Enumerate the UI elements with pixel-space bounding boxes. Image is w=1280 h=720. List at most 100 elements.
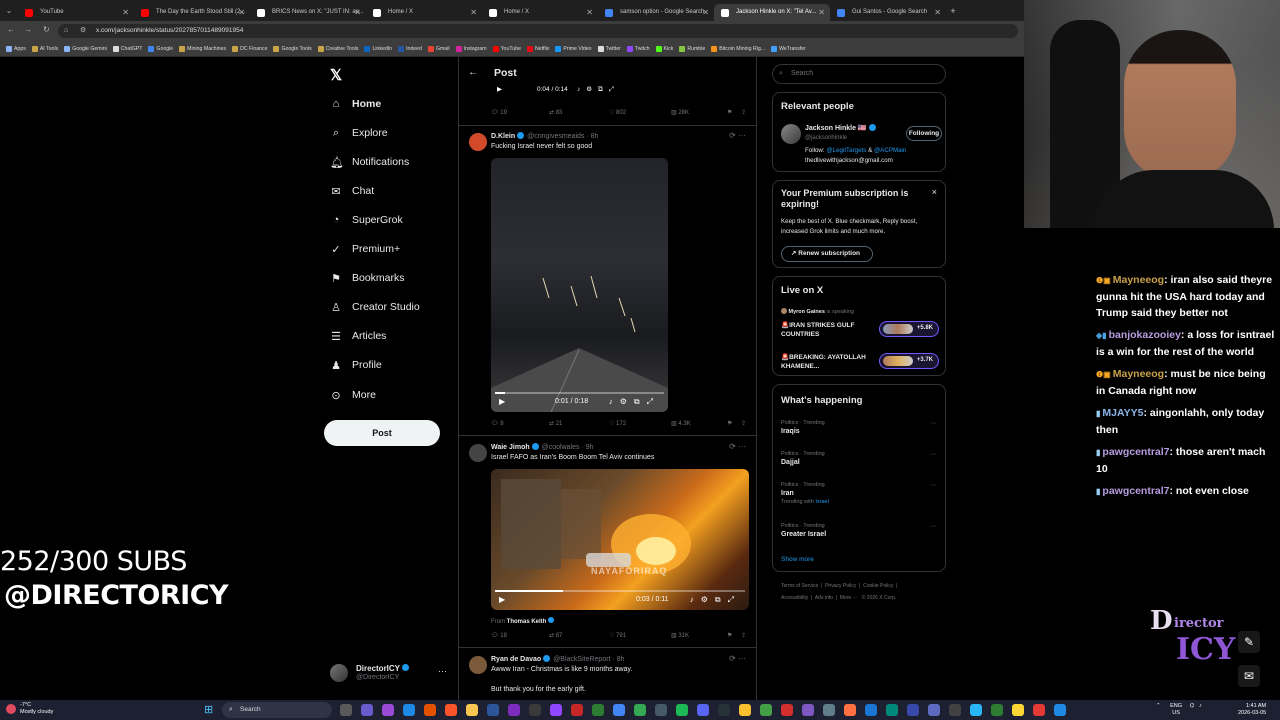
taskbar-app-icon[interactable] [970, 704, 982, 716]
close-tab-icon[interactable]: ✕ [470, 4, 477, 21]
live-listeners-badge[interactable]: +3.7K [879, 353, 939, 369]
taskbar-app-icon[interactable] [592, 704, 604, 716]
reload-icon[interactable]: ↻ [43, 25, 50, 34]
like-button[interactable]: ♡ 802 [609, 109, 626, 116]
discord-icon[interactable] [697, 704, 709, 716]
video-options-icons[interactable]: ♪⚙⧉⤢ [690, 595, 741, 605]
footer-link[interactable]: Privacy Policy [825, 583, 856, 589]
bookmark-item[interactable]: Twitch [626, 45, 650, 52]
taskbar-app-icon[interactable] [655, 704, 667, 716]
close-tab-icon[interactable]: ✕ [238, 4, 245, 21]
taskbar-app-icon[interactable] [886, 704, 898, 716]
live-host[interactable]: Myron Gaines is speaking [781, 308, 854, 315]
like-button[interactable]: ♡ 172 [609, 420, 626, 427]
taskbar-app-icon[interactable] [739, 704, 751, 716]
share-icon[interactable]: ⇪ [741, 109, 746, 116]
trend-item[interactable]: Politics · Trending Dajjal ··· [781, 451, 941, 466]
person-name[interactable]: Jackson Hinkle 🇺🇸 [805, 124, 876, 132]
nav-chat[interactable]: ✉ Chat [330, 181, 374, 201]
browser-tab[interactable]: YouTube ✕ [18, 4, 134, 21]
bookmark-item[interactable]: Instagram [455, 45, 487, 52]
video-progress[interactable] [495, 590, 745, 592]
footer-link[interactable]: More ··· [840, 595, 858, 601]
reply-button[interactable]: 💬︎ 18 [491, 632, 507, 639]
task-view-icon[interactable] [340, 704, 352, 716]
compose-icon[interactable]: ✎ [1238, 631, 1260, 653]
views-button[interactable]: ▥ 4.3K [671, 420, 691, 427]
reply-button[interactable]: 💬︎ 8 [491, 420, 504, 427]
taskbar-app-icon[interactable] [991, 704, 1003, 716]
trend-item[interactable]: Politics · Trending Iran Trending with I… [781, 482, 941, 505]
mail-icon[interactable]: ✉ [1238, 665, 1260, 687]
bookmark-item[interactable]: DC Finance [232, 45, 267, 52]
bookmark-icon[interactable]: ⚑ [727, 632, 732, 639]
live-listeners-badge[interactable]: +5.8K [879, 321, 939, 337]
x-app-icon[interactable] [949, 704, 961, 716]
bookmark-item[interactable]: WeTransfer [771, 45, 806, 52]
close-icon[interactable]: × [932, 187, 937, 197]
browser-tab[interactable]: Gui Santos - Google Search ✕ [830, 4, 946, 21]
trend-item[interactable]: Politics · Trending Iraqis ··· [781, 420, 941, 435]
taskbar-app-icon[interactable] [508, 704, 520, 716]
taskbar-app-icon[interactable] [907, 704, 919, 716]
live-item-title[interactable]: 🚨BREAKING: AYATOLLAH KHAMENE... [781, 353, 873, 371]
taskbar-app-icon[interactable] [1054, 704, 1066, 716]
play-icon[interactable]: ▶ [499, 397, 505, 406]
bookmark-item[interactable]: Bitcoin Mining Rig... [711, 45, 765, 52]
new-tab-icon[interactable]: + [946, 6, 960, 16]
more-icon[interactable]: ··· [930, 451, 937, 458]
bookmark-item[interactable]: AI Tools [31, 45, 58, 52]
avatar[interactable] [469, 444, 487, 462]
close-tab-icon[interactable]: ✕ [818, 4, 825, 21]
share-icon[interactable]: ⇪ [741, 632, 746, 639]
bookmark-item[interactable]: Kick [655, 45, 673, 52]
steam-icon[interactable] [865, 704, 877, 716]
browser-tab[interactable]: The Day the Earth Stood Still (2... ✕ [134, 4, 250, 21]
bookmark-icon[interactable]: ⚑ [727, 109, 732, 116]
show-more-link[interactable]: Show more [781, 556, 814, 563]
repost-button[interactable]: ⇄ 87 [549, 632, 562, 639]
browser-tab[interactable]: Home / X ✕ [482, 4, 598, 21]
close-tab-icon[interactable]: ✕ [934, 4, 941, 21]
trend-item[interactable]: Politics · Trending Greater Israel ··· [781, 523, 941, 538]
taskbar-app-icon[interactable] [1033, 704, 1045, 716]
taskbar-app-icon[interactable] [361, 704, 373, 716]
bookmark-item[interactable]: YouTube [492, 45, 521, 52]
home-icon[interactable]: ⌂ [64, 24, 68, 38]
footer-link[interactable]: Cookie Policy [863, 583, 893, 589]
source-name[interactable]: Thomas Keith [507, 619, 547, 625]
trend-context-link[interactable]: Israel [815, 499, 828, 505]
tweet-video[interactable]: ▶ 0:01 / 0:18 ♪⚙⧉⤢ [491, 158, 668, 412]
avatar[interactable] [781, 124, 801, 144]
more-icon[interactable]: ··· [930, 523, 937, 530]
back-arrow-icon[interactable]: ← [468, 67, 478, 78]
taskbar-app-icon[interactable] [928, 704, 940, 716]
views-button[interactable]: ▥ 31K [671, 632, 689, 639]
more-icon[interactable]: ··· [438, 666, 447, 676]
taskbar-app-icon[interactable] [1012, 704, 1024, 716]
windows-start-icon[interactable]: ⊞ [204, 704, 216, 716]
views-button[interactable]: ▥ 28K [671, 109, 689, 116]
file-explorer-icon[interactable] [466, 704, 478, 716]
footer-link[interactable]: Ads info [815, 595, 833, 601]
browser-tab[interactable]: BRICS News on X: "JUST IN: ac... ✕ [250, 4, 366, 21]
nav-home[interactable]: ⌂ Home [330, 94, 382, 114]
taskbar-app-icon[interactable] [760, 704, 772, 716]
nav-more[interactable]: ⊙ More [330, 385, 376, 405]
nav-profile[interactable]: ♟ Profile [330, 355, 382, 375]
nav-creator-studio[interactable]: ♙ Creator Studio [330, 297, 420, 317]
bio-link[interactable]: @ACPMain [874, 147, 906, 154]
firefox-icon[interactable] [424, 704, 436, 716]
nav-explore[interactable]: ⌕ Explore [330, 123, 388, 143]
play-icon[interactable]: ▶ [499, 595, 505, 604]
bio-link[interactable]: @LegitTargets [826, 147, 866, 154]
taskbar-app-icon[interactable] [781, 704, 793, 716]
footer-link[interactable]: Accessibility [781, 595, 808, 601]
search-input[interactable]: ⌕ Search [772, 64, 946, 84]
browser-tab[interactable]: Home / X ✕ [366, 4, 482, 21]
live-item-title[interactable]: 🚨IRAN STRIKES GULF COUNTRIES [781, 321, 873, 339]
taskbar-app-icon[interactable] [844, 704, 856, 716]
volume-icon[interactable]: ♪ [1199, 703, 1202, 709]
tweet-author[interactable]: D.Klein @cnngivesmeaids · 8h [491, 132, 598, 140]
play-icon[interactable]: ▶ [497, 85, 502, 93]
